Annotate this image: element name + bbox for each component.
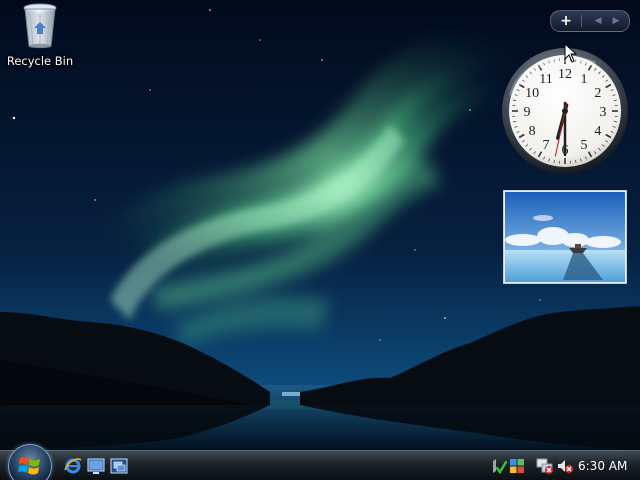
switch-windows-icon[interactable] xyxy=(110,457,128,475)
clock-numeral: 3 xyxy=(600,105,607,120)
mouse-cursor xyxy=(564,43,578,63)
clock-numeral: 11 xyxy=(539,72,552,87)
clock-numeral: 9 xyxy=(524,105,531,120)
show-desktop-icon[interactable] xyxy=(87,457,105,475)
clock-numeral: 5 xyxy=(581,138,588,153)
next-page-button[interactable]: ▶ xyxy=(607,12,625,30)
clock-numeral: 7 xyxy=(543,138,550,153)
slideshow-gadget[interactable] xyxy=(503,190,627,284)
windows-logo-icon xyxy=(18,457,40,475)
recycle-bin-icon xyxy=(23,3,57,49)
clock-numeral: 8 xyxy=(529,124,536,139)
clock-numeral: 4 xyxy=(594,124,601,139)
clock-numeral: 1 xyxy=(581,72,588,87)
clock-gadget[interactable]: 121234567891011 xyxy=(500,46,630,176)
windows-defender-icon[interactable] xyxy=(490,457,508,475)
security-center-icon[interactable] xyxy=(508,457,526,475)
recycle-bin-label: Recycle Bin xyxy=(6,54,74,68)
sidebar-gadget-controls: + ◀ ▶ xyxy=(550,10,630,32)
notification-area: 6:30 AM xyxy=(488,454,638,478)
internet-explorer-icon[interactable] xyxy=(64,457,82,475)
start-button[interactable] xyxy=(8,444,52,480)
taskbar-clock[interactable]: 6:30 AM xyxy=(578,459,627,473)
previous-page-button[interactable]: ◀ xyxy=(589,12,607,30)
controls-separator xyxy=(581,15,582,27)
clock-numeral: 2 xyxy=(594,86,601,101)
add-gadget-button[interactable]: + xyxy=(555,12,577,30)
network-disconnected-icon[interactable] xyxy=(536,457,554,475)
clock-numeral: 10 xyxy=(525,86,539,101)
clock-numeral: 12 xyxy=(558,67,572,82)
recycle-bin[interactable]: Recycle Bin xyxy=(4,2,76,68)
volume-muted-icon[interactable] xyxy=(556,457,574,475)
taskbar: 6:30 AM xyxy=(0,444,640,480)
desktop[interactable]: Recycle Bin + ◀ ▶ 121234567891011 xyxy=(0,0,640,480)
